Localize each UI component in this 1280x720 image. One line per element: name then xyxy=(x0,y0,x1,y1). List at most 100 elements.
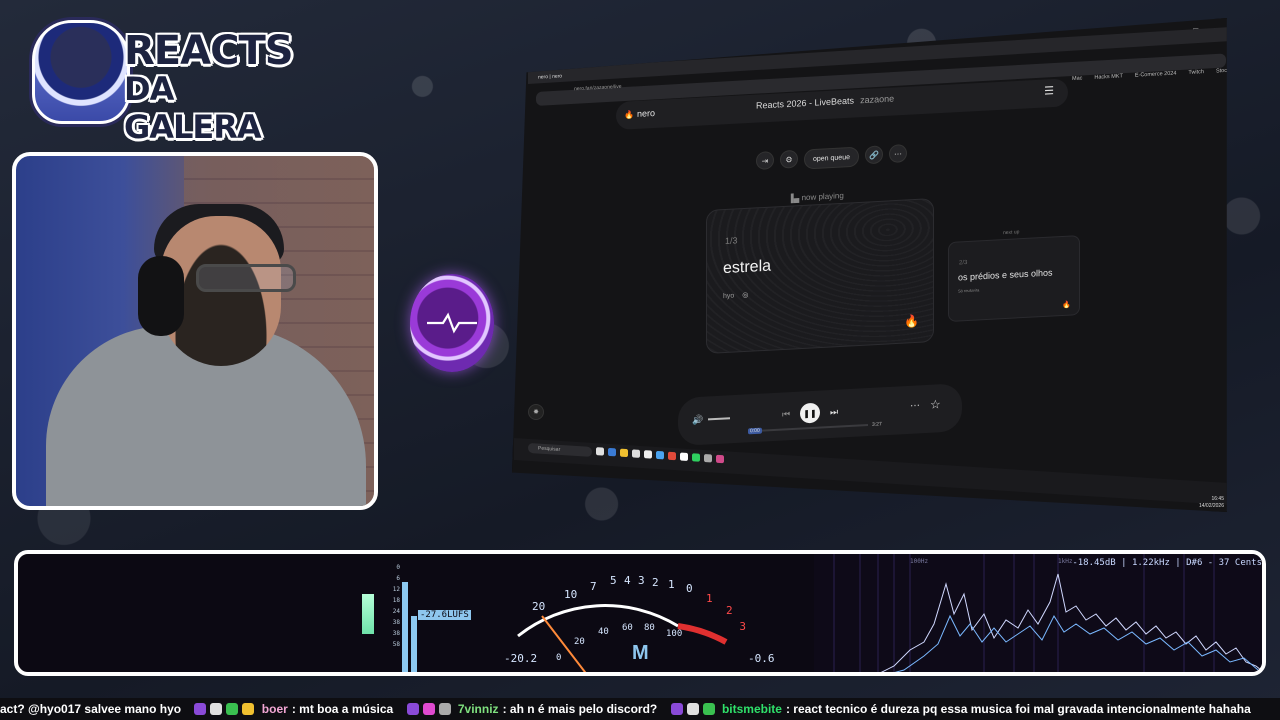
scale-tick: 12 xyxy=(392,586,400,593)
next-track-meta: Só reuluvira xyxy=(958,287,980,294)
scale-tick: 18 xyxy=(392,597,400,604)
more-options-button[interactable]: ⋯ xyxy=(888,144,907,164)
previous-track-icon[interactable]: ⏮ xyxy=(782,409,790,420)
app-icon[interactable] xyxy=(656,450,664,460)
vu-tick: 1 xyxy=(706,592,713,605)
vu-tick: 20 xyxy=(574,637,585,647)
vu-tick: 7 xyxy=(590,580,597,593)
chat-text: : mt boa a música xyxy=(291,702,394,716)
hamburger-menu-icon[interactable]: ☰ xyxy=(1044,84,1054,98)
app-icon[interactable] xyxy=(680,452,688,461)
emote-icon xyxy=(438,703,451,715)
chat-username[interactable]: boer xyxy=(262,702,288,716)
channel-logo: REACTS DA GALERA xyxy=(26,14,294,146)
bookmark-item[interactable]: Hacks MKT xyxy=(1094,73,1122,80)
flame-icon: 🔥 xyxy=(624,110,634,120)
spectrum-1khz-mark: 1kHz xyxy=(1058,558,1073,565)
app-icon[interactable] xyxy=(620,448,628,458)
logo-line-1: REACTS xyxy=(124,28,294,74)
sparkle-settings-button[interactable]: ✸ xyxy=(528,404,544,420)
chat-ticker: act? @hyo017 salvee mano hyo boer: mt bo… xyxy=(0,698,1280,720)
vu-tick: 10 xyxy=(564,588,577,601)
scale-tick: 38 xyxy=(392,619,400,626)
app-icon[interactable] xyxy=(716,454,724,464)
flame-icon: 🔥 xyxy=(1062,301,1071,310)
app-icon[interactable] xyxy=(692,453,700,462)
chat-username[interactable]: bitsmebite xyxy=(722,702,782,716)
scale-tick: 24 xyxy=(392,608,400,615)
taskbar-search[interactable]: Pesquisar xyxy=(528,442,592,457)
flame-icon[interactable]: 🔥 xyxy=(904,314,919,329)
scale-tick: 58 xyxy=(392,641,400,648)
brand-label: nero xyxy=(636,107,655,119)
glasses xyxy=(196,264,296,292)
total-time: 3:27 xyxy=(872,421,882,428)
instagram-icon[interactable]: ◎ xyxy=(742,292,748,299)
emote-icon xyxy=(422,703,435,715)
audio-meter-panel: 0 6 12 18 24 38 38 58 -27.6LUFS 20 10 7 … xyxy=(14,550,1266,676)
bookmark-item[interactable]: Twitch xyxy=(1188,69,1204,76)
astronaut-mascot-icon xyxy=(32,20,130,124)
chat-text: : react tecnico é dureza pq essa musica … xyxy=(785,702,1251,716)
app-icon[interactable] xyxy=(608,447,616,457)
headphones-icon xyxy=(138,256,184,336)
open-queue-button[interactable]: open queue xyxy=(804,146,859,170)
vu-tick: 1 xyxy=(668,578,675,591)
emote-icon xyxy=(670,703,683,715)
settings-button[interactable]: ⚙ xyxy=(780,149,798,169)
vu-tick: 5 xyxy=(610,574,617,587)
session-name: Reacts 2026 - LiveBeats xyxy=(756,95,855,111)
vu-channel-label: M xyxy=(632,642,649,664)
next-track-title: os prédios e seus olhos xyxy=(958,267,1053,283)
clock-date: 14/02/2026 xyxy=(1198,503,1224,509)
next-up-card[interactable]: next up 2/3 os prédios e seus olhos Só r… xyxy=(948,229,1080,322)
exit-session-button[interactable]: ⇥ xyxy=(756,151,774,170)
app-icon[interactable] xyxy=(704,453,712,463)
scale-tick: 6 xyxy=(396,575,400,582)
spectrum-readout: -18.45dB | 1.22kHz | D#6 - 37 Cents xyxy=(1072,558,1262,568)
vu-tick: 20 xyxy=(532,600,545,613)
level-bar-right xyxy=(411,616,417,672)
chat-username[interactable]: 7vinniz xyxy=(458,702,499,716)
bookmark-item[interactable]: Mac xyxy=(1072,75,1082,82)
channel-logo-title: REACTS DA GALERA xyxy=(124,28,294,146)
volume-icon[interactable]: 🔊 xyxy=(692,415,703,427)
vu-tick: 3 xyxy=(739,620,746,633)
chat-message: bitsmebite: react tecnico é dureza pq es… xyxy=(670,698,1251,720)
captured-monitor: — □ ✕ nero | nero nero.fan/zazaone/live … xyxy=(512,18,1227,512)
logo-line-2: DA GALERA xyxy=(124,70,262,146)
chat-message: boer: mt boa a música xyxy=(194,698,393,720)
track-title: estrela xyxy=(723,257,772,278)
lufs-readout: -27.6LUFS xyxy=(418,610,471,620)
pause-button[interactable]: ❚❚ xyxy=(800,402,820,424)
vu-tick: 60 xyxy=(622,623,633,633)
vu-tick: 80 xyxy=(644,623,655,633)
bookmark-item[interactable]: Stock Fotos xyxy=(1216,67,1227,75)
vu-left-value: -20.2 xyxy=(504,652,538,665)
app-icon[interactable] xyxy=(644,450,652,459)
vu-tick: 100 xyxy=(666,629,682,639)
emote-icon xyxy=(686,703,699,715)
more-icon[interactable]: ⋯ xyxy=(910,400,920,412)
app-icon[interactable] xyxy=(596,447,604,456)
artist-name: hyo xyxy=(723,292,735,301)
browser-tab[interactable]: nero | nero xyxy=(538,73,562,80)
app-icon[interactable] xyxy=(632,449,640,458)
next-up-label: next up xyxy=(1003,229,1020,237)
bookmark-item[interactable]: Todos os favoritos xyxy=(1257,64,1280,72)
level-bar-left xyxy=(402,582,408,672)
bookmark-item[interactable]: E-Comerce 2024 xyxy=(1135,71,1177,79)
share-link-button[interactable]: 🔗 xyxy=(864,145,883,165)
taskbar-clock[interactable]: 16:45 14/02/2026 xyxy=(1199,496,1224,510)
app-brand[interactable]: 🔥 nero xyxy=(624,108,655,120)
progress-bar[interactable] xyxy=(762,424,868,432)
track-artist: hyo ◎ xyxy=(723,291,748,300)
star-icon[interactable]: ☆ xyxy=(930,397,941,412)
vu-tick: 40 xyxy=(598,627,609,637)
clock-time: 16:45 xyxy=(1211,496,1224,502)
volume-slider[interactable] xyxy=(708,417,730,421)
next-track-icon[interactable]: ⏭ xyxy=(830,407,838,418)
current-time: 0:00 xyxy=(748,427,762,435)
app-icon[interactable] xyxy=(668,451,676,461)
webcam-feed xyxy=(12,152,378,510)
